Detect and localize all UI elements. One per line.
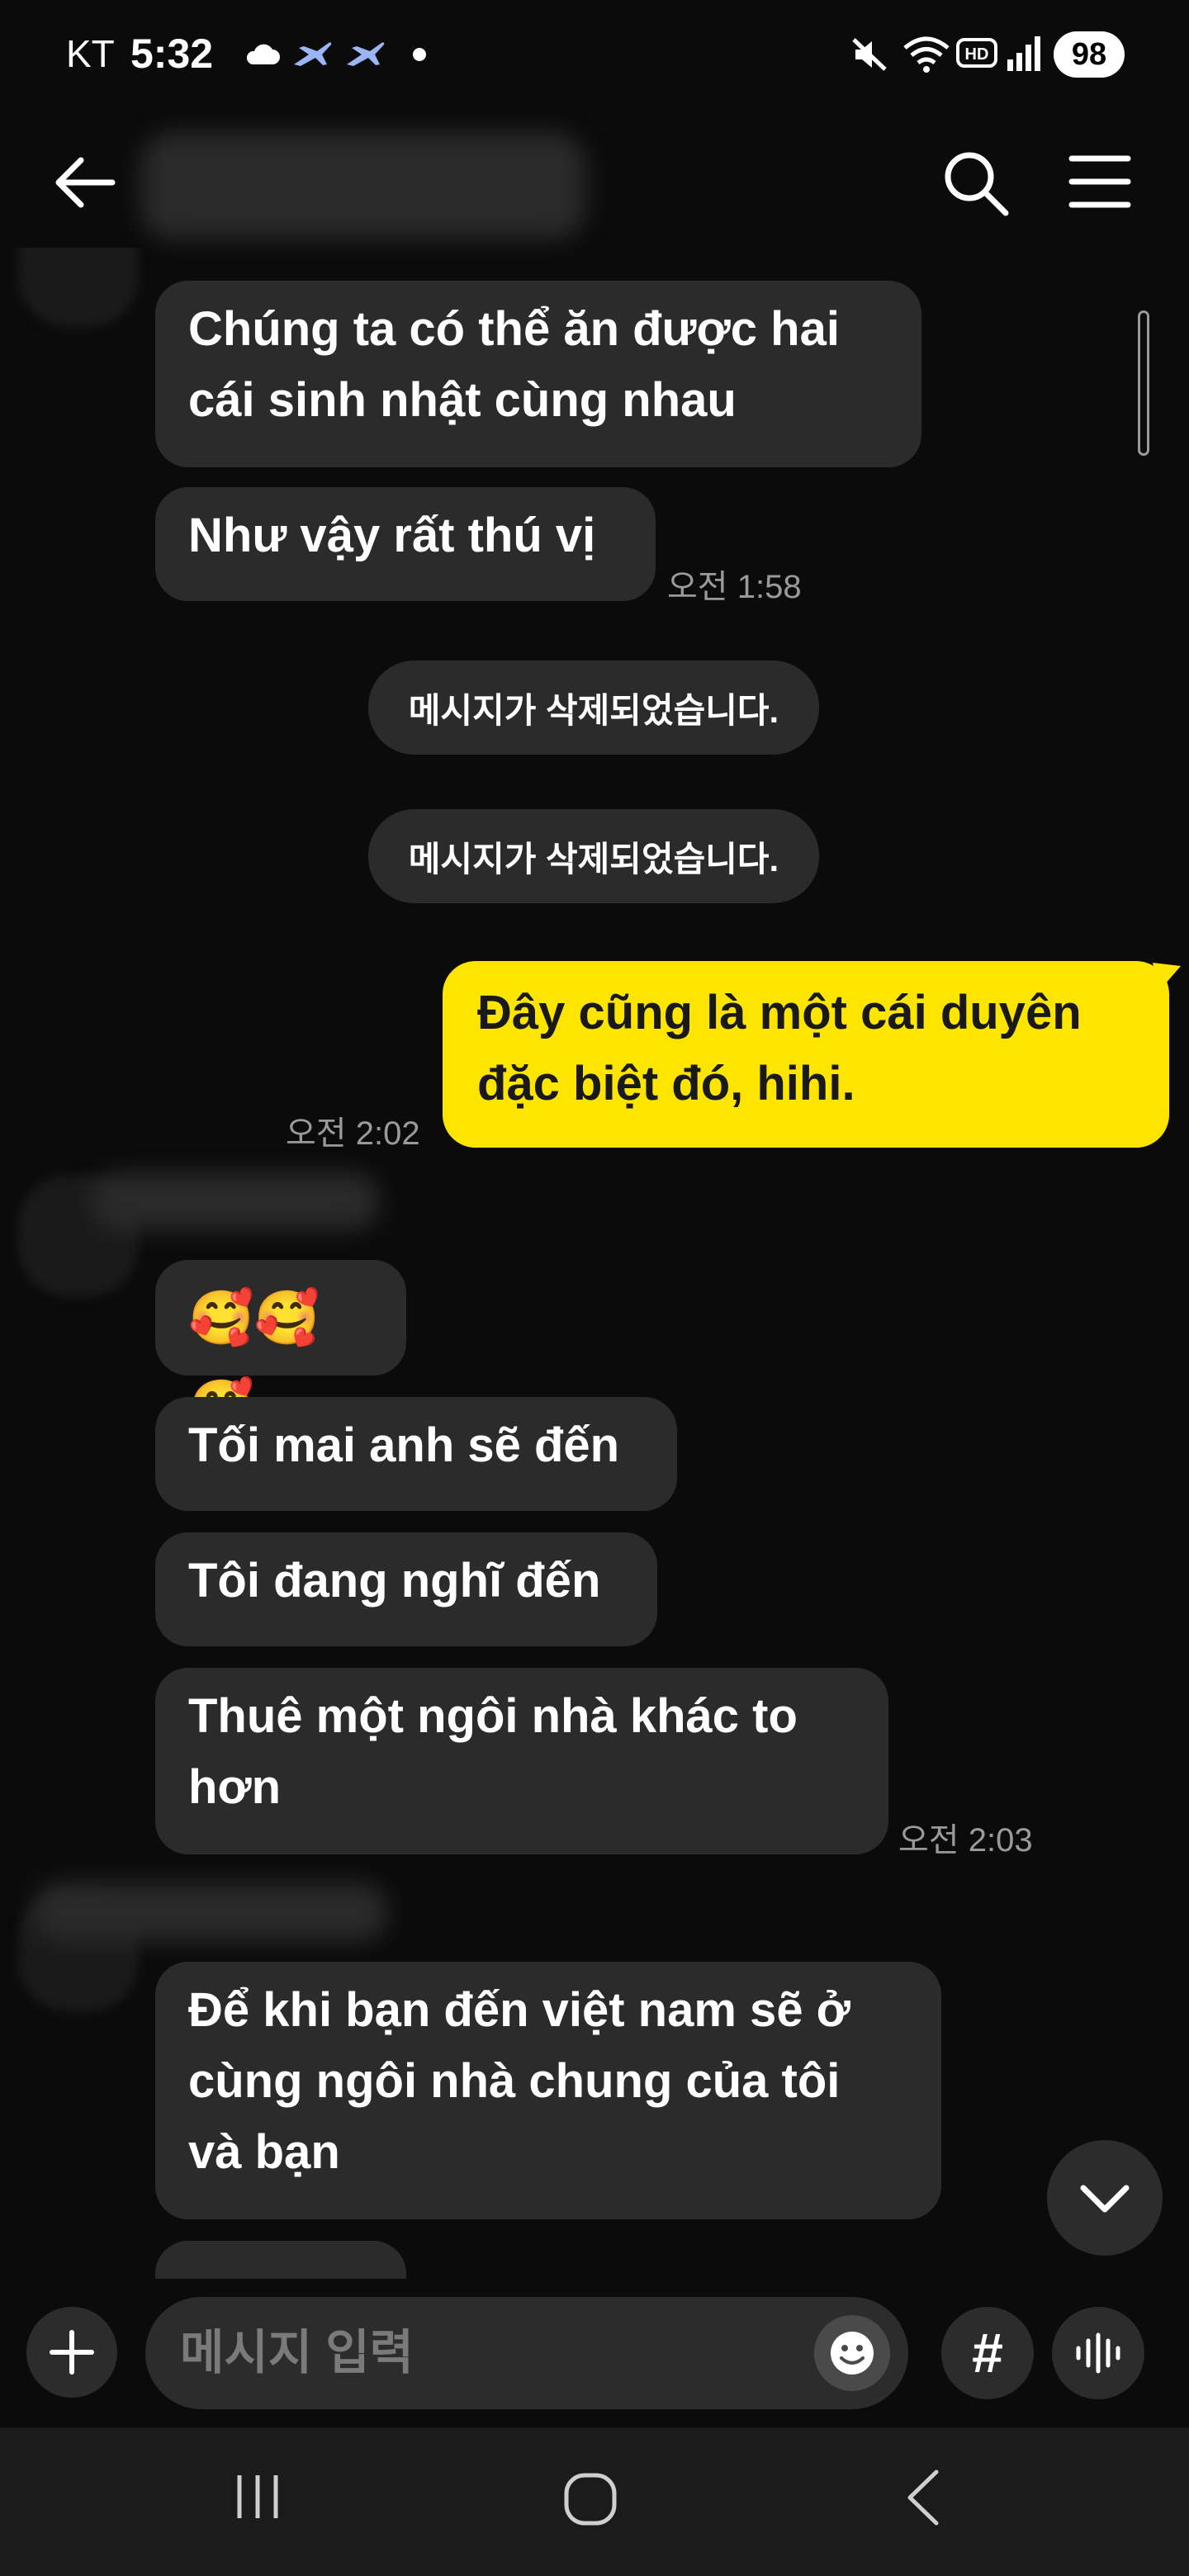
- message-bubble[interactable]: Tôi đang nghĩ đến: [155, 1532, 657, 1646]
- emoji-button[interactable]: [814, 2315, 890, 2391]
- wifi-icon: [903, 36, 950, 73]
- clock: 5:32: [130, 31, 214, 77]
- hd-icon: HD: [956, 38, 997, 68]
- scrollbar[interactable]: [1138, 310, 1149, 456]
- message-bubble[interactable]: Chúng ta có thể ăn được hai cái sinh nhậ…: [155, 281, 921, 467]
- voice-button[interactable]: [1052, 2307, 1144, 2399]
- hash-icon: #: [972, 2322, 1003, 2384]
- message-bubble[interactable]: Thuê một ngôi nhà khác to hơn: [155, 1668, 888, 1854]
- bubble-tail: [1153, 963, 1181, 991]
- chevron-down-icon: [1080, 2185, 1130, 2213]
- airplane-icon: [347, 42, 385, 66]
- cloud-icon: [246, 44, 280, 64]
- search-icon[interactable]: [941, 149, 1011, 218]
- status-bar: KT 5:32 HD 98: [0, 0, 1189, 107]
- sender-name-redacted: [91, 1172, 380, 1230]
- message-timestamp: 오전 2:03: [898, 1822, 1033, 1859]
- arrow-left-icon[interactable]: [51, 154, 117, 211]
- voice-wave-icon: [1076, 2332, 1120, 2374]
- message-bubble[interactable]: Như vậy rất thú vị: [155, 487, 656, 601]
- hashtag-button[interactable]: #: [941, 2307, 1034, 2399]
- attach-button[interactable]: [26, 2307, 117, 2398]
- message-timestamp: 오전 2:02: [286, 1115, 420, 1152]
- scroll-to-bottom-button[interactable]: [1047, 2140, 1163, 2256]
- back-icon[interactable]: [903, 2469, 943, 2526]
- mute-icon: [852, 38, 887, 71]
- plus-icon: [50, 2330, 94, 2375]
- system-nav-bar: [0, 2427, 1189, 2576]
- airplane-icon: [294, 42, 332, 66]
- deleted-message[interactable]: 메시지가 삭제되었습니다.: [368, 661, 819, 755]
- hamburger-menu-icon[interactable]: [1068, 154, 1131, 210]
- chat-title-redacted: [140, 132, 586, 239]
- deleted-message[interactable]: 메시지가 삭제되었습니다.: [368, 809, 819, 903]
- message-bubble[interactable]: 🥰🥰🥰: [155, 1260, 406, 1437]
- signal-icon: [1007, 36, 1040, 71]
- sender-name-redacted: [33, 1882, 388, 1942]
- dot-icon: [413, 48, 426, 61]
- carrier-label: KT: [66, 32, 115, 75]
- home-icon[interactable]: [563, 2472, 618, 2526]
- message-timestamp: 오전 1:58: [667, 569, 802, 605]
- message-bubble-partial[interactable]: [155, 2241, 406, 2279]
- message-bubble[interactable]: Để khi bạn đến việt nam sẽ ở cùng ngôi n…: [155, 1962, 941, 2219]
- avatar[interactable]: [18, 248, 139, 327]
- message-input-placeholder[interactable]: 메시지 입력: [180, 2297, 414, 2409]
- message-bubble[interactable]: Tối mai anh sẽ đến: [155, 1397, 677, 1511]
- smiley-icon: [831, 2332, 874, 2375]
- battery-indicator: 98: [1054, 31, 1125, 78]
- message-bubble-outgoing[interactable]: Đây cũng là một cái duyên đặc biệt đó, h…: [443, 961, 1169, 1148]
- svg-text:HD: HD: [965, 45, 989, 64]
- chat-header: [0, 124, 1189, 239]
- message-list: Chúng ta có thể ăn được hai cái sinh nhậ…: [0, 248, 1189, 2279]
- recent-apps-icon[interactable]: [231, 2470, 284, 2523]
